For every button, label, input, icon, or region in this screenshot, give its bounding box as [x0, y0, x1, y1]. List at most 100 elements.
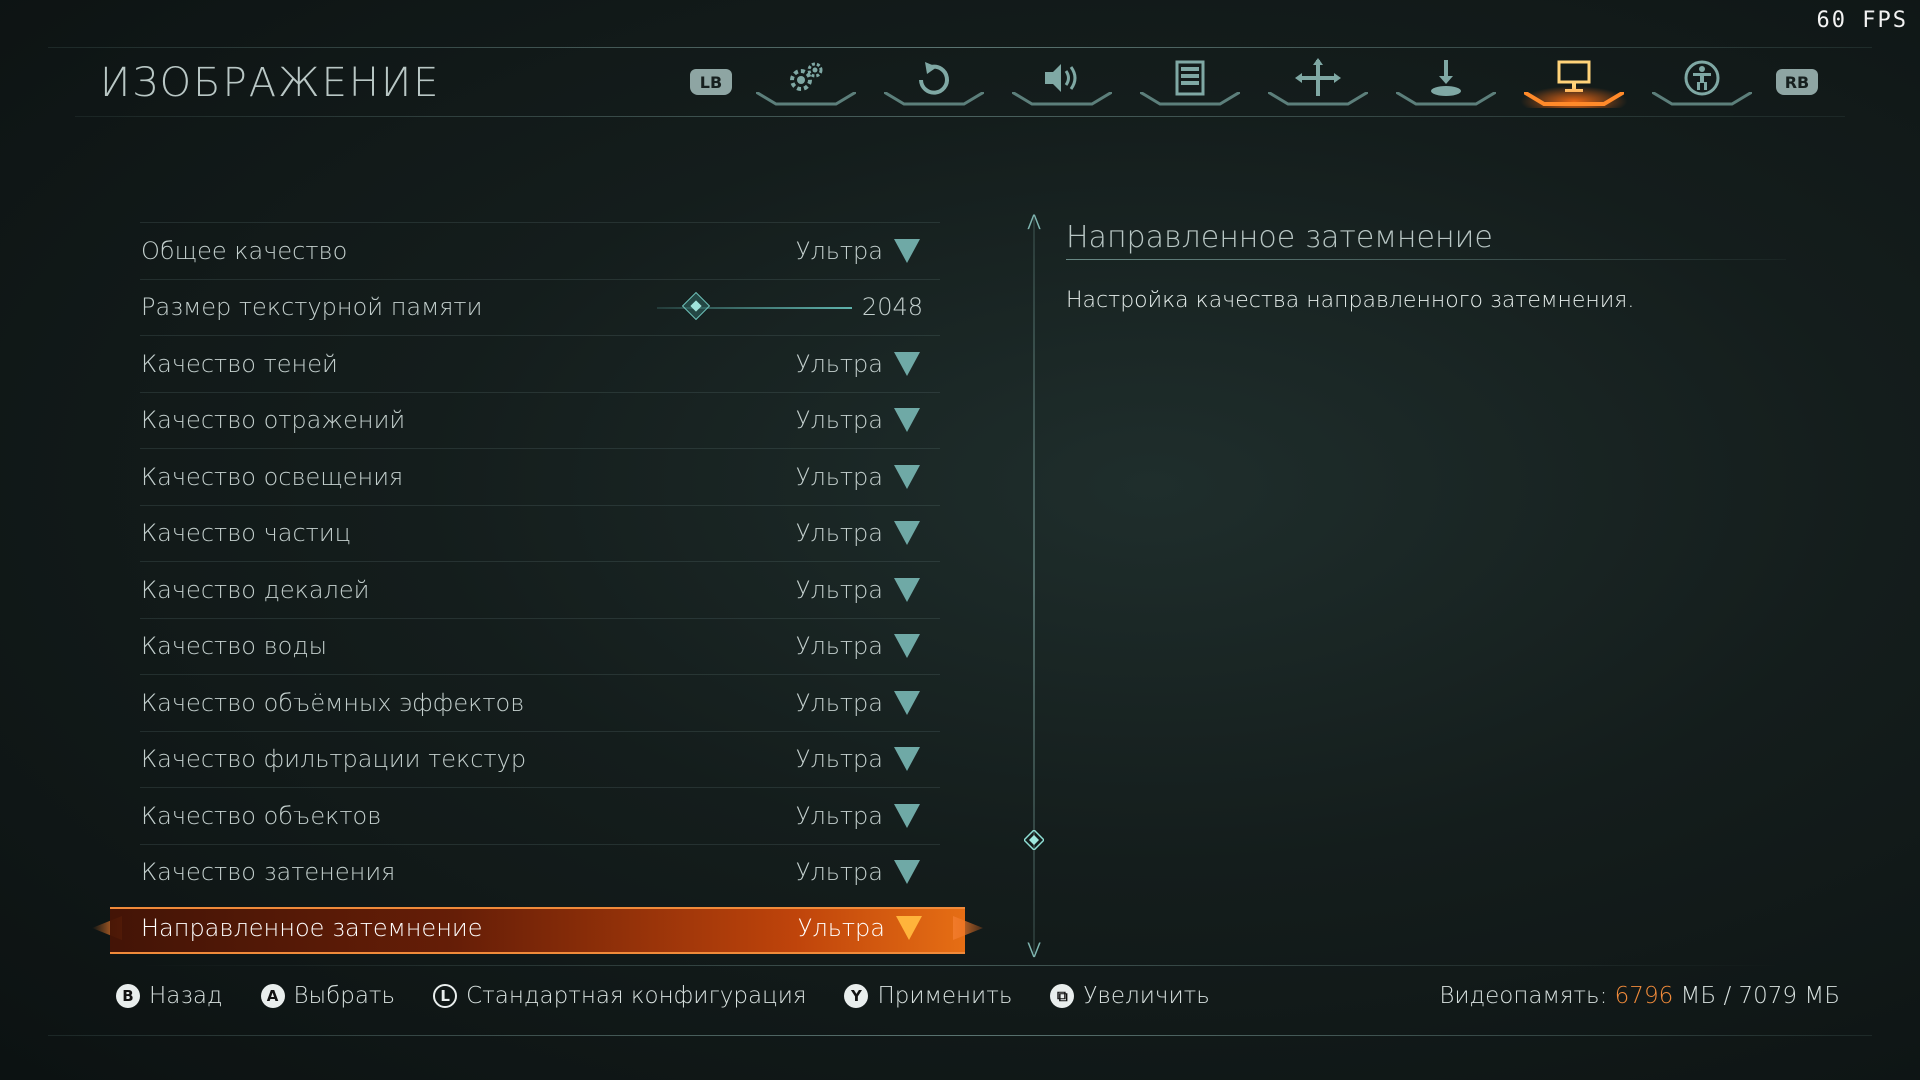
setting-value: Ультра — [795, 632, 883, 661]
fps-counter: 60 FPS — [1816, 8, 1908, 33]
setting-value: Ультра — [795, 462, 883, 491]
vram-readout: Видеопамять: 6796 МБ / 7079 МБ — [1439, 983, 1840, 1009]
lb-bumper-button[interactable]: LB — [690, 69, 732, 95]
setting-row-lighting-quality[interactable]: Качество освещения Ультра — [140, 448, 940, 505]
setting-row-shading-quality[interactable]: Качество затенения Ультра — [140, 843, 940, 901]
tab-accessibility[interactable] — [1638, 52, 1766, 112]
dropdown-arrow-icon[interactable] — [894, 521, 920, 546]
setting-label: Качество отражений — [141, 406, 406, 435]
setting-label: Качество декалей — [141, 575, 370, 604]
setting-value: Ультра — [797, 913, 885, 942]
dropdown-arrow-icon[interactable] — [894, 803, 920, 828]
a-button-icon: A — [260, 984, 285, 1008]
b-button-icon: B — [116, 984, 140, 1008]
vram-used: 6796 — [1614, 983, 1674, 1009]
setting-row-decal-quality[interactable]: Качество декалей Ультра — [140, 561, 940, 618]
hint-back[interactable]: B Назад — [116, 983, 223, 1009]
dropdown-arrow-icon[interactable] — [894, 351, 920, 376]
tab-underline — [884, 92, 984, 106]
vram-label: Видеопамять: — [1439, 983, 1608, 1009]
setting-value: Ультра — [795, 688, 883, 717]
setting-row-texture-memory[interactable]: Размер текстурной памяти 2048 — [140, 278, 940, 336]
bottom-frame-line — [48, 1035, 1872, 1036]
tab-controls[interactable] — [870, 52, 998, 112]
settings-list: Общее качество Ультра Размер текстурной … — [92, 222, 983, 956]
setting-row-object-quality[interactable]: Качество объектов Ультра — [140, 787, 940, 844]
scroll-up-icon[interactable]: ⋀ — [1025, 213, 1043, 229]
hint-label: Выбрать — [293, 983, 396, 1009]
setting-label: Качество воды — [141, 632, 327, 661]
header-divider — [75, 116, 1845, 117]
setting-row-reflection-quality[interactable]: Качество отражений Ультра — [140, 391, 940, 449]
description-text: Настройка качества направленного затемне… — [1066, 288, 1635, 313]
tab-underline — [1396, 92, 1496, 106]
footer-divider — [140, 965, 1780, 966]
setting-row-shadow-quality[interactable]: Качество теней Ультра — [140, 335, 940, 392]
dropdown-arrow-icon[interactable] — [894, 634, 920, 659]
setting-value: Ультра — [795, 236, 883, 265]
tab-underline — [1268, 92, 1368, 106]
page-title: ИЗОБРАЖЕНИЕ — [100, 60, 441, 106]
tab-bar: LB RB — [680, 52, 1828, 112]
dropdown-arrow-icon[interactable] — [894, 464, 920, 489]
vram-total: МБ / 7079 МБ — [1680, 983, 1840, 1009]
setting-value: Ультра — [795, 575, 883, 604]
hint-zoom[interactable]: ⧉ Увеличить — [1050, 983, 1210, 1009]
dropdown-arrow-icon[interactable] — [896, 915, 922, 940]
hint-label: Увеличить — [1083, 983, 1210, 1009]
setting-value: Ультра — [795, 745, 883, 774]
tab-camera[interactable] — [1254, 52, 1382, 112]
dropdown-arrow-icon[interactable] — [894, 860, 920, 885]
button-hints: B Назад A Выбрать L Стандартная конфигур… — [116, 983, 1248, 1009]
setting-label: Качество частиц — [141, 519, 351, 548]
scrollbar-thumb[interactable] — [1024, 830, 1044, 850]
tab-underline — [1652, 92, 1752, 106]
slider-handle[interactable] — [681, 291, 711, 320]
hint-apply[interactable]: Y Применить — [844, 983, 1012, 1009]
setting-row-texture-filtering[interactable]: Качество фильтрации текстур Ультра — [140, 730, 940, 788]
hint-select[interactable]: A Выбрать — [260, 983, 396, 1009]
hint-label: Применить — [877, 983, 1013, 1009]
hint-default-config[interactable]: L Стандартная конфигурация — [433, 983, 806, 1009]
setting-label: Качество освещения — [141, 462, 404, 491]
setting-row-overall-quality[interactable]: Общее качество Ультра — [140, 222, 940, 279]
dropdown-arrow-icon[interactable] — [894, 577, 920, 602]
hint-label: Назад — [149, 983, 223, 1009]
tab-hud[interactable] — [1126, 52, 1254, 112]
top-frame-line — [48, 47, 1872, 48]
rb-bumper-button[interactable]: RB — [1776, 69, 1818, 95]
setting-value: Ультра — [795, 519, 883, 548]
selection-cap-right — [953, 916, 983, 940]
tab-general[interactable] — [742, 52, 870, 112]
setting-row-water-quality[interactable]: Качество воды Ультра — [140, 617, 940, 675]
setting-label: Качество теней — [141, 349, 338, 378]
setting-value: Ультра — [795, 858, 883, 887]
description-divider — [1066, 259, 1786, 260]
scroll-down-icon[interactable]: ⋁ — [1025, 941, 1043, 957]
setting-label: Качество объектов — [141, 801, 382, 830]
tab-audio[interactable] — [998, 52, 1126, 112]
dropdown-arrow-icon[interactable] — [894, 238, 920, 263]
tab-underline — [756, 92, 856, 106]
setting-value: Ультра — [795, 801, 883, 830]
description-title: Направленное затемнение — [1066, 220, 1493, 255]
tab-display[interactable] — [1510, 52, 1638, 112]
slider-value: 2048 — [861, 293, 923, 322]
dropdown-arrow-icon[interactable] — [894, 690, 920, 715]
setting-value: Ультра — [795, 406, 883, 435]
setting-row-volumetric-quality[interactable]: Качество объёмных эффектов Ультра — [140, 674, 940, 731]
setting-label: Качество фильтрации текстур — [141, 745, 527, 774]
hint-label: Стандартная конфигурация — [466, 983, 807, 1009]
dropdown-arrow-icon[interactable] — [894, 747, 920, 772]
view-button-icon: ⧉ — [1050, 984, 1075, 1008]
setting-label: Размер текстурной памяти — [141, 293, 483, 322]
setting-row-directional-occlusion[interactable]: Направленное затемнение Ультра — [92, 900, 983, 956]
tab-input[interactable] — [1382, 52, 1510, 112]
setting-row-particle-quality[interactable]: Качество частиц Ультра — [140, 504, 940, 562]
setting-label: Общее качество — [141, 236, 348, 265]
left-stick-icon: L — [433, 984, 458, 1008]
dropdown-arrow-icon[interactable] — [894, 408, 920, 433]
setting-label: Направленное затемнение — [141, 913, 483, 942]
tab-underline — [1140, 92, 1240, 106]
tab-underline-active — [1524, 92, 1624, 106]
